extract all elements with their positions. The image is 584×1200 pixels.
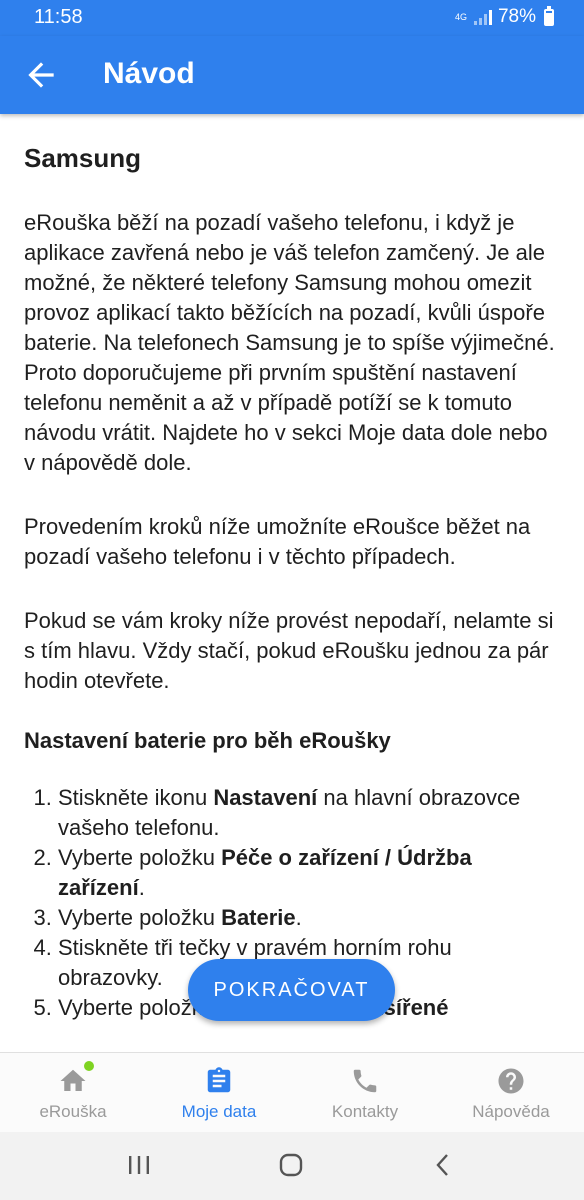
bottom-navigation: eRouška Moje data Kontakty Nápověda xyxy=(0,1052,584,1132)
battery-percent: 78% xyxy=(497,6,536,27)
home-icon xyxy=(60,1069,86,1091)
recent-apps-icon[interactable] xyxy=(126,1152,152,1178)
continue-button[interactable]: POKRAČOVAT xyxy=(188,959,395,1021)
guide-paragraph-3: Pokud se vám kroky níže provést nepodaří… xyxy=(24,608,554,693)
guide-paragraph-2: Provedením kroků níže umožníte eRoušce b… xyxy=(24,514,531,569)
system-back-icon[interactable] xyxy=(430,1152,456,1178)
arrow-back-icon xyxy=(28,62,54,88)
nav-item-erouska[interactable]: eRouška xyxy=(0,1053,146,1132)
nav-item-moje-data[interactable]: Moje data xyxy=(146,1053,292,1132)
help-icon xyxy=(498,1068,524,1094)
status-bar: 11:58 4G 78% xyxy=(0,0,584,36)
section-title: Nastavení baterie pro běh eRoušky xyxy=(24,728,391,753)
status-time: 11:58 xyxy=(34,6,83,28)
network-type-icon: 4G xyxy=(454,12,467,22)
battery-icon xyxy=(544,5,554,26)
guide-title: Samsung xyxy=(24,143,142,173)
step-item: Vyberte položku Péče o zařízení / Údržba… xyxy=(58,843,560,903)
step-item: Vyberte položku Baterie. xyxy=(58,903,560,933)
clipboard-icon xyxy=(207,1067,231,1093)
nav-label: Nápověda xyxy=(472,1102,550,1121)
nav-item-napoveda[interactable]: Nápověda xyxy=(438,1053,584,1132)
guide-content[interactable]: Samsung eRouška běží na pozadí vašeho te… xyxy=(0,114,584,1052)
nav-label: Moje data xyxy=(181,1102,257,1121)
nav-item-kontakty[interactable]: Kontakty xyxy=(292,1053,438,1132)
nav-label: Kontakty xyxy=(331,1102,399,1121)
nav-label: eRouška xyxy=(39,1102,107,1121)
home-button-icon[interactable] xyxy=(278,1152,304,1178)
step-item: Stiskněte ikonu Nastavení na hlavní obra… xyxy=(58,783,560,843)
app-bar: Návod xyxy=(0,36,584,114)
status-dot xyxy=(84,1061,94,1071)
system-navigation-bar xyxy=(0,1132,584,1200)
guide-paragraph-1: eRouška běží na pozadí vašeho telefonu, … xyxy=(24,210,555,475)
status-icons: 4G 78% xyxy=(454,5,554,28)
phone-icon xyxy=(353,1069,377,1093)
back-button[interactable] xyxy=(22,56,60,94)
signal-icon xyxy=(473,9,492,25)
page-title: Návod xyxy=(103,57,195,90)
